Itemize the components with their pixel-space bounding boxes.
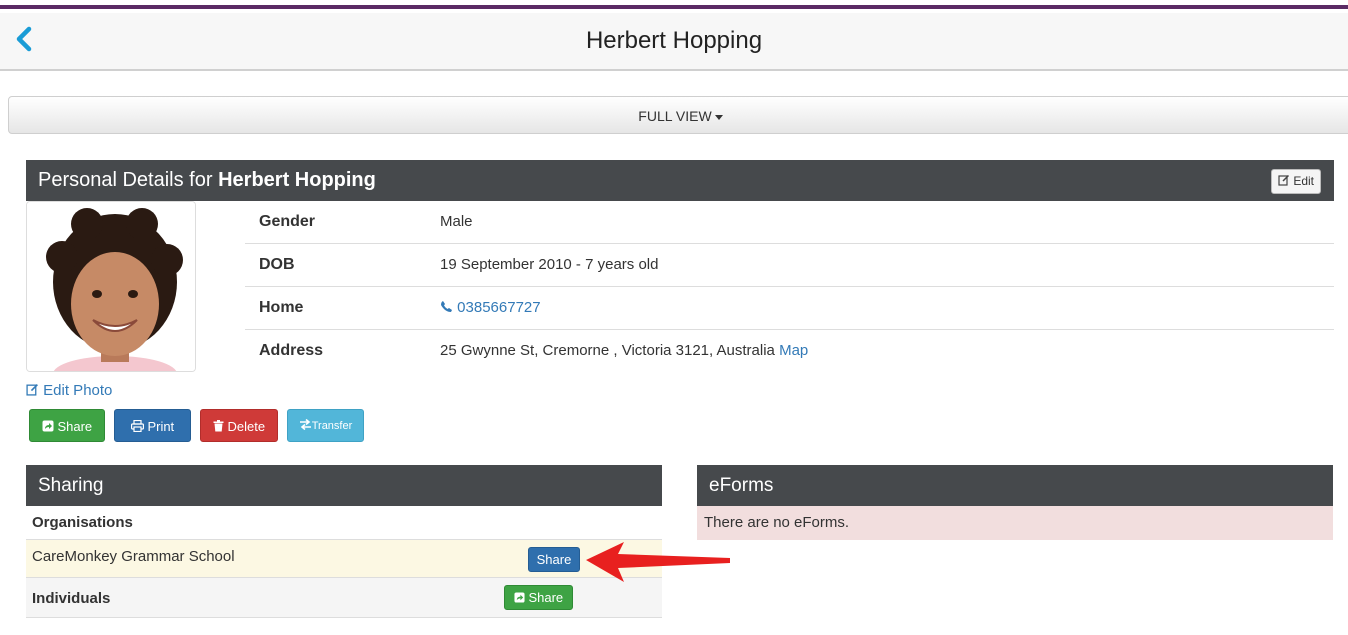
phone-icon [441, 301, 452, 312]
detail-row-gender: Gender Male [245, 201, 1334, 244]
sharing-title: Sharing [38, 475, 104, 496]
share-icon [514, 592, 525, 603]
view-selector-label: FULL VIEW [638, 108, 712, 124]
detail-label: DOB [259, 256, 295, 273]
map-link[interactable]: Map [779, 342, 808, 359]
annotation-arrow-icon [586, 542, 730, 582]
share-icon [42, 420, 54, 432]
transfer-label: Transfer [311, 420, 353, 432]
share-profile-button[interactable]: Share [29, 409, 105, 442]
view-selector-dropdown[interactable]: FULL VIEW [8, 96, 1348, 134]
address-text: 25 Gwynne St, Cremorne , Victoria 3121, … [440, 342, 775, 359]
page-title: Herbert Hopping [585, 27, 763, 54]
personal-details-title: Personal Details for Herbert Hopping [38, 169, 376, 192]
personal-details-header: Personal Details for Herbert Hopping Edi… [26, 160, 1334, 201]
detail-value: Male [440, 213, 473, 230]
top-accent-bar [0, 0, 1348, 9]
share-profile-label: Share [57, 419, 93, 434]
share-organisation-button[interactable]: Share [528, 547, 580, 572]
eforms-empty-alert: There are no eForms. [697, 506, 1333, 540]
detail-row-home: Home 0385667727 [245, 287, 1334, 330]
individuals-section-row: Individuals Share [26, 578, 662, 618]
edit-icon [26, 384, 38, 396]
delete-button[interactable]: Delete [200, 409, 278, 442]
home-phone-link[interactable]: 0385667727 [440, 299, 541, 316]
print-label: Print [147, 419, 175, 434]
trash-icon [213, 420, 224, 432]
transfer-icon [299, 418, 311, 431]
edit-icon [1278, 174, 1289, 186]
delete-label: Delete [227, 419, 266, 434]
organisation-name: CareMonkey Grammar School [32, 548, 235, 565]
eforms-empty-message: There are no eForms. [704, 514, 850, 531]
edit-photo-label: Edit Photo [43, 382, 113, 399]
detail-label: Home [259, 299, 304, 316]
individuals-label: Individuals [32, 590, 111, 607]
edit-details-label: Edit [1293, 174, 1314, 188]
home-phone-number: 0385667727 [457, 299, 541, 316]
organisation-row: CareMonkey Grammar School Share [26, 540, 662, 578]
print-button[interactable]: Print [114, 409, 191, 442]
organisations-section-row: Organisations [26, 506, 662, 540]
caret-down-icon [714, 114, 723, 120]
detail-label: Gender [259, 213, 316, 230]
edit-details-button[interactable]: Edit [1270, 169, 1321, 194]
child-portrait-image [27, 202, 195, 371]
print-icon [130, 419, 144, 433]
personal-details-title-prefix: Personal Details for [38, 169, 213, 191]
profile-photo [26, 201, 196, 372]
organisations-label: Organisations [32, 514, 133, 531]
eforms-header: eForms [697, 465, 1333, 506]
share-individual-button[interactable]: Share [504, 585, 573, 610]
detail-value: 25 Gwynne St, Cremorne , Victoria 3121, … [440, 342, 808, 359]
transfer-button[interactable]: Transfer [287, 409, 364, 442]
personal-details-table: Gender Male DOB 19 September 2010 - 7 ye… [245, 201, 1334, 373]
detail-row-dob: DOB 19 September 2010 - 7 years old [245, 244, 1334, 287]
personal-details-name: Herbert Hopping [218, 169, 376, 191]
eforms-title: eForms [709, 475, 774, 496]
app-header: Herbert Hopping [0, 13, 1348, 71]
edit-photo-link[interactable]: Edit Photo [26, 382, 112, 399]
detail-label: Address [259, 342, 324, 359]
detail-value: 19 September 2010 - 7 years old [440, 256, 659, 273]
share-individual-label: Share [528, 590, 564, 605]
detail-row-address: Address 25 Gwynne St, Cremorne , Victori… [245, 330, 1334, 373]
sharing-header: Sharing [26, 465, 662, 506]
